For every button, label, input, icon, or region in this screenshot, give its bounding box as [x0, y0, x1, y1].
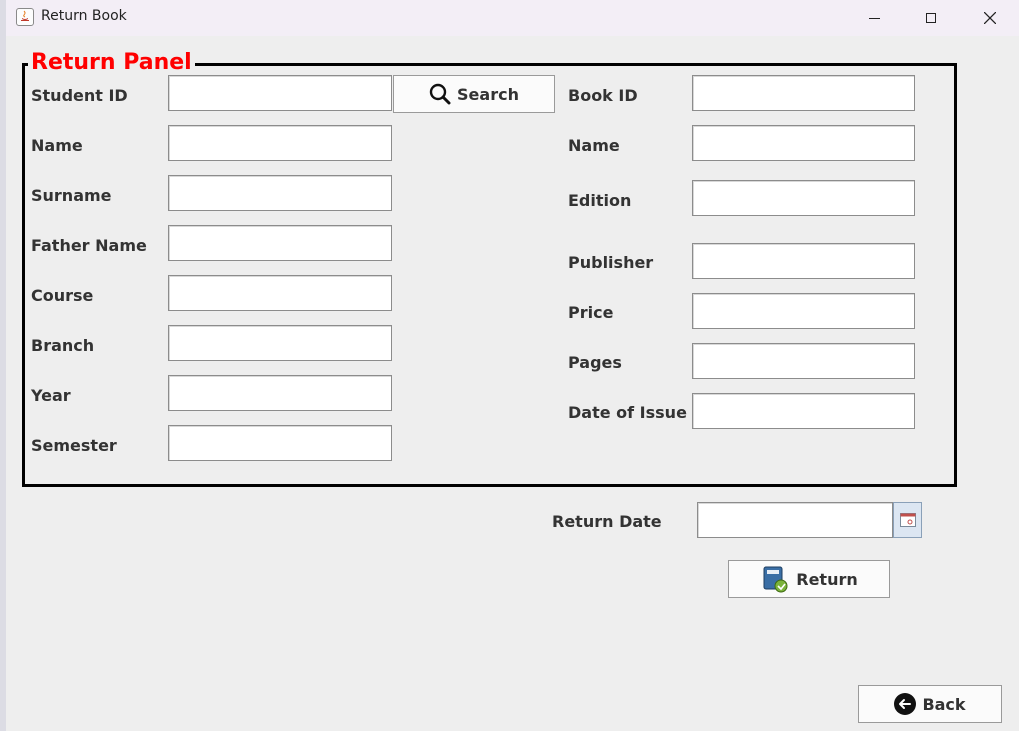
price-input[interactable] — [692, 293, 915, 329]
student-id-input[interactable] — [168, 75, 392, 111]
background-window-edge — [0, 0, 6, 731]
return-button-label: Return — [796, 569, 858, 589]
return-button[interactable]: Return — [728, 560, 890, 598]
panel-title: Return Panel — [28, 49, 195, 77]
course-label: Course — [31, 286, 94, 305]
publisher-label: Publisher — [568, 253, 654, 272]
student-id-label: Student ID — [31, 86, 128, 105]
maximize-icon — [926, 13, 936, 23]
father-name-input[interactable] — [168, 225, 392, 261]
search-button-label: Search — [457, 84, 519, 104]
father-name-label: Father Name — [31, 236, 147, 255]
close-button[interactable] — [961, 0, 1019, 36]
pages-label: Pages — [568, 353, 622, 372]
book-id-label: Book ID — [568, 86, 638, 105]
return-date-input[interactable] — [697, 502, 893, 538]
window-title: Return Book — [41, 8, 127, 24]
minimize-button[interactable] — [845, 0, 903, 36]
price-label: Price — [568, 303, 614, 322]
branch-input[interactable] — [168, 325, 392, 361]
book-id-input[interactable] — [692, 75, 915, 111]
search-icon — [429, 83, 451, 105]
date-of-issue-input[interactable] — [692, 393, 915, 429]
book-return-icon — [760, 564, 790, 594]
semester-input[interactable] — [168, 425, 392, 461]
back-button[interactable]: Back — [858, 685, 1002, 723]
book-name-input[interactable] — [692, 125, 915, 161]
surname-label: Surname — [31, 186, 112, 205]
semester-label: Semester — [31, 436, 117, 455]
book-name-label: Name — [568, 136, 620, 155]
edition-input[interactable] — [692, 180, 915, 216]
return-date-label: Return Date — [552, 512, 662, 531]
publisher-input[interactable] — [692, 243, 915, 279]
close-icon — [984, 12, 996, 24]
branch-label: Branch — [31, 336, 95, 355]
java-app-icon — [16, 8, 34, 26]
back-button-label: Back — [922, 694, 966, 714]
search-button[interactable]: Search — [393, 75, 555, 113]
year-label: Year — [31, 386, 71, 405]
student-name-label: Name — [31, 136, 83, 155]
maximize-button[interactable] — [902, 0, 960, 36]
calendar-icon — [899, 513, 916, 527]
back-arrow-icon — [894, 693, 917, 715]
year-input[interactable] — [168, 375, 392, 411]
course-input[interactable] — [168, 275, 392, 311]
student-name-input[interactable] — [168, 125, 392, 161]
date-of-issue-label: Date of Issue — [568, 403, 687, 422]
calendar-button[interactable] — [893, 502, 922, 538]
edition-label: Edition — [568, 191, 632, 210]
pages-input[interactable] — [692, 343, 915, 379]
minimize-icon — [868, 17, 880, 19]
surname-input[interactable] — [168, 175, 392, 211]
